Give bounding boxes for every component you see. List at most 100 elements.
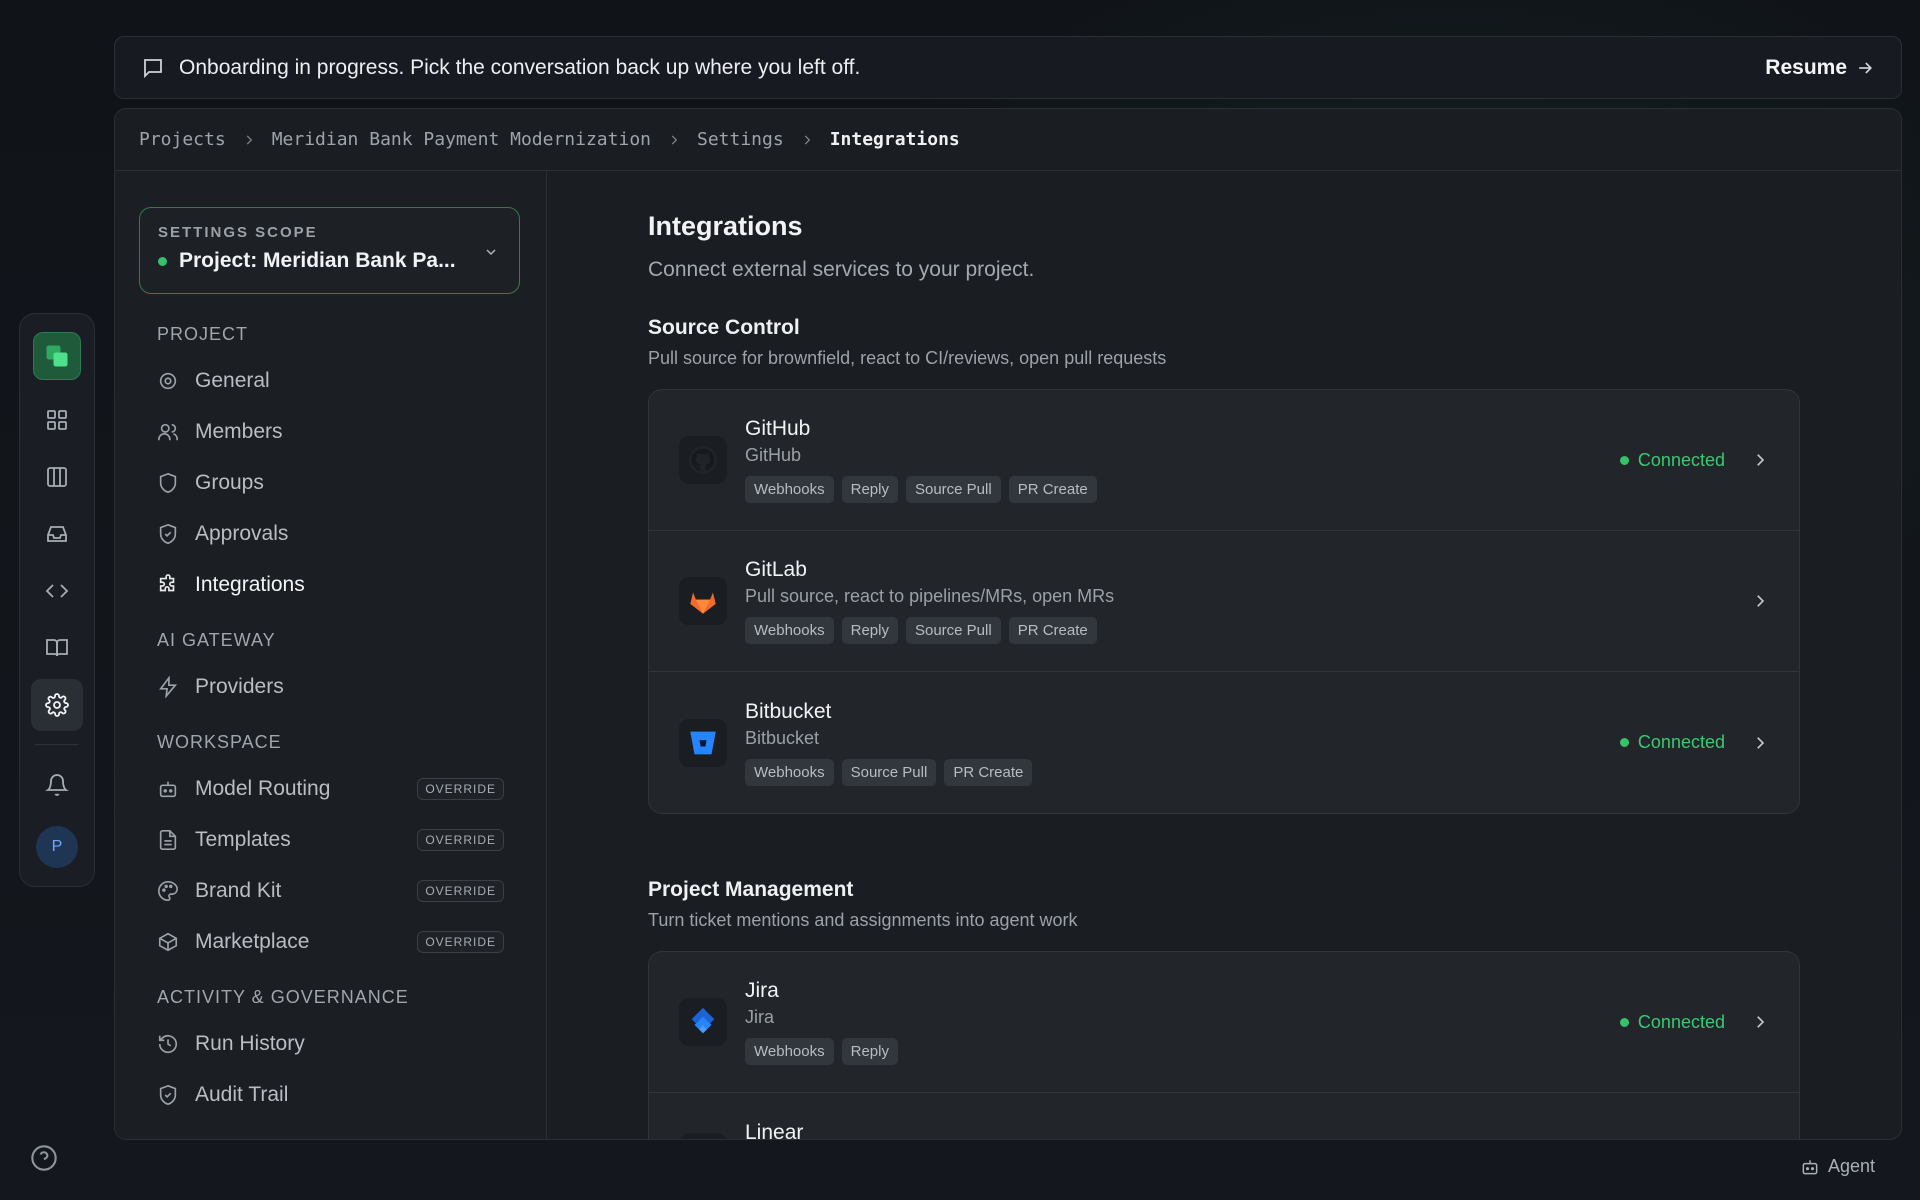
capability-tag: Reply: [841, 1038, 898, 1065]
integration-row-gitlab[interactable]: GitLab Pull source, react to pipelines/M…: [649, 531, 1799, 672]
sidebar-item-label: Model Routing: [195, 776, 331, 800]
sidebar-item-label: Members: [195, 419, 283, 443]
capability-tag: Webhooks: [745, 476, 834, 503]
nav-heading: ACTIVITY & GOVERNANCE: [157, 987, 409, 1007]
capability-tag: Webhooks: [745, 617, 834, 644]
nav-section-project: PROJECT General Members Groups Approvals: [139, 324, 522, 610]
breadcrumb-settings[interactable]: Settings: [697, 129, 784, 150]
sidebar-item-label: Templates: [195, 827, 291, 851]
project-management-list: Jira Jira Webhooks Reply Connected Linea…: [648, 951, 1800, 1139]
capability-tag: PR Create: [944, 758, 1033, 786]
avatar[interactable]: P: [36, 826, 78, 868]
bitbucket-icon: [690, 731, 716, 754]
file-icon: [159, 829, 177, 850]
app-logo[interactable]: [33, 332, 81, 380]
bell-icon: [45, 774, 69, 796]
capability-tag: Webhooks: [745, 758, 834, 786]
integration-name: Linear: [745, 1121, 804, 1139]
breadcrumb-projects[interactable]: Projects: [139, 129, 226, 150]
settings-button[interactable]: [31, 679, 83, 731]
page-subtitle: Connect external services to your projec…: [648, 258, 1035, 281]
status-label: Connected: [1637, 732, 1725, 752]
breadcrumb-project[interactable]: Meridian Bank Payment Modernization: [272, 129, 651, 150]
inbox-icon: [47, 526, 67, 542]
resume-label: Resume: [1765, 55, 1847, 79]
shield-check-icon: [159, 1084, 177, 1105]
integration-name: GitLab: [745, 558, 807, 581]
board-button[interactable]: [31, 451, 83, 503]
sidebar-item-members[interactable]: Members: [139, 406, 522, 457]
section-title-project-management: Project Management: [648, 878, 854, 901]
agent-label: Agent: [1828, 1156, 1876, 1176]
page-title: Integrations: [648, 211, 803, 241]
integration-subtitle: GitHub: [745, 445, 802, 465]
linear-logo: [679, 1133, 727, 1139]
gear-icon: [159, 372, 177, 389]
chat-icon: [144, 58, 162, 78]
chevron-right-icon: [1757, 1016, 1765, 1028]
dashboard-button[interactable]: [31, 394, 83, 446]
integration-subtitle: Pull source, react to pipelines/MRs, ope…: [745, 586, 1115, 606]
sidebar-item-groups[interactable]: Groups: [139, 457, 522, 508]
settings-scope-select[interactable]: SETTINGS SCOPE Project: Meridian Bank Pa…: [139, 207, 520, 294]
sidebar-item-approvals[interactable]: Approvals: [139, 508, 522, 559]
arrow-right-icon: [1859, 61, 1873, 74]
sidebar-item-audit-trail[interactable]: Audit Trail: [139, 1069, 522, 1120]
shield-check-icon: [159, 523, 177, 544]
status-dot: [1619, 455, 1629, 465]
capability-tag: Webhooks: [745, 1038, 834, 1065]
sidebar-item-templates[interactable]: Templates OVERRIDE: [139, 814, 522, 865]
integration-subtitle: Bitbucket: [745, 727, 820, 748]
sidebar-item-run-history[interactable]: Run History: [139, 1018, 522, 1069]
agent-button[interactable]: Agent: [1800, 1156, 1875, 1177]
integration-name: GitHub: [745, 417, 811, 440]
status-dot: [158, 256, 167, 266]
sidebar-item-label: Integrations: [195, 572, 305, 596]
nav-section-activity: ACTIVITY & GOVERNANCE Run History Audit …: [139, 987, 522, 1120]
notifications-button[interactable]: [31, 759, 83, 811]
scope-value: Project: Meridian Bank Pa...: [179, 249, 456, 272]
sidebar-item-label: Run History: [195, 1031, 305, 1055]
override-badge: OVERRIDE: [417, 879, 504, 902]
sidebar-item-providers[interactable]: Providers: [139, 661, 522, 712]
help-button[interactable]: [30, 1144, 58, 1172]
capability-tag: Source Pull: [905, 476, 1001, 503]
columns-icon: [47, 467, 67, 487]
chevron-right-icon: [667, 133, 681, 147]
inbox-button[interactable]: [31, 508, 83, 560]
puzzle-icon: [159, 573, 175, 591]
package-icon: [158, 932, 178, 951]
gitlab-icon: [690, 592, 716, 614]
status-label: Connected: [1637, 1011, 1725, 1032]
section-subtitle-source-control: Pull source for brownfield, react to CI/…: [648, 348, 1167, 368]
grid-icon: [47, 410, 67, 430]
integration-row-linear[interactable]: Linear: [649, 1093, 1799, 1139]
sidebar-item-brand-kit[interactable]: Brand Kit OVERRIDE: [139, 865, 522, 916]
docs-button[interactable]: [31, 622, 83, 674]
resume-button[interactable]: Resume: [1765, 56, 1875, 80]
capability-tag: Reply: [841, 617, 898, 644]
sidebar-item-label: Groups: [195, 470, 264, 494]
code-icon: [45, 584, 69, 598]
github-icon: [688, 445, 718, 475]
integration-row-jira[interactable]: Jira Jira Webhooks Reply Connected: [649, 952, 1799, 1093]
app-rail: P: [19, 313, 95, 887]
sidebar-item-label: Providers: [195, 674, 284, 698]
sidebar-item-integrations[interactable]: Integrations: [139, 559, 522, 610]
status-dot: [1619, 1017, 1629, 1027]
chevron-right-icon: [800, 133, 814, 147]
capability-tag: Source Pull: [841, 758, 937, 786]
sidebar-item-model-routing[interactable]: Model Routing OVERRIDE: [139, 763, 522, 814]
sidebar-item-general[interactable]: General: [139, 355, 522, 406]
integration-row-github[interactable]: GitHub GitHub Webhooks Reply Source Pull…: [649, 390, 1799, 531]
breadcrumb: Projects Meridian Bank Payment Moderniza…: [115, 109, 1901, 171]
sidebar-item-label: Approvals: [195, 521, 289, 545]
help-icon: [31, 1145, 57, 1171]
code-button[interactable]: [31, 565, 83, 617]
sidebar-item-label: Brand Kit: [195, 878, 282, 902]
override-badge: OVERRIDE: [417, 777, 504, 800]
sidebar-item-marketplace[interactable]: Marketplace OVERRIDE: [139, 916, 522, 967]
banner-text: Onboarding in progress. Pick the convers…: [179, 55, 861, 79]
integration-row-bitbucket[interactable]: Bitbucket Bitbucket Webhooks Source Pull…: [649, 672, 1799, 813]
capability-tag: Reply: [841, 476, 898, 503]
